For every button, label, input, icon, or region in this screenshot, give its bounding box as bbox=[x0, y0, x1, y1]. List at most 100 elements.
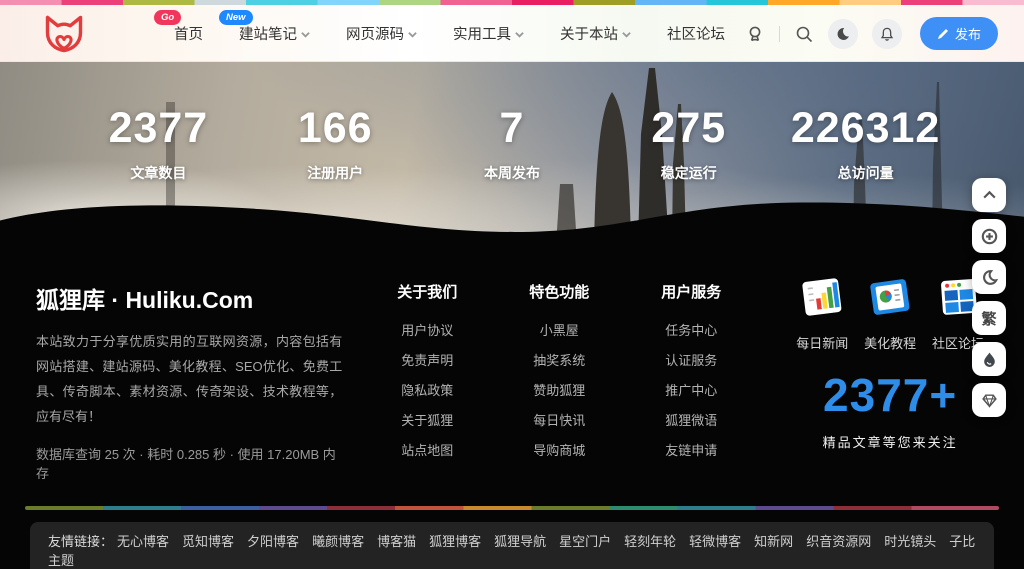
feature-label: 每日新闻 bbox=[790, 333, 854, 352]
footer-link[interactable]: 站点地图 bbox=[384, 440, 470, 459]
traditional-chinese-text: 繁 bbox=[981, 308, 996, 329]
nav-label: 实用工具 bbox=[453, 23, 511, 44]
footer-column-services: 用户服务 任务中心 认证服务 推广中心 狐狸微语 友链申请 bbox=[648, 281, 734, 482]
nav-item-source[interactable]: 网页源码 bbox=[346, 23, 417, 44]
footer-link[interactable]: 小黑屋 bbox=[516, 320, 602, 339]
friend-link[interactable]: 博客猫 bbox=[377, 534, 416, 549]
bell-icon bbox=[879, 26, 895, 42]
stat-weekly-posts: 7 本周发布 bbox=[424, 104, 601, 183]
stat-label: 总访问量 bbox=[777, 163, 954, 183]
friend-links-prefix: 友情链接： bbox=[48, 534, 113, 549]
nav-item-tools[interactable]: 实用工具 bbox=[453, 23, 524, 44]
moon-icon bbox=[981, 269, 998, 286]
chevron-down-icon bbox=[301, 30, 310, 39]
publish-label: 发布 bbox=[955, 24, 981, 43]
fox-logo-icon[interactable] bbox=[42, 14, 86, 54]
back-to-top-button[interactable] bbox=[972, 178, 1006, 212]
friend-link[interactable]: 狐狸导航 bbox=[494, 534, 546, 549]
nav-item-forum[interactable]: 社区论坛 bbox=[667, 23, 725, 44]
new-badge: New bbox=[219, 10, 253, 25]
friend-links-bar: 友情链接： 无心博客觅知博客夕阳博客曦颜博客博客猫狐狸博客狐狸导航星空门户轻刻年轮… bbox=[30, 522, 994, 569]
beautify-card-icon bbox=[867, 277, 913, 319]
vip-button[interactable] bbox=[972, 383, 1006, 417]
feature-daily-news[interactable]: 每日新闻 bbox=[790, 277, 854, 352]
friend-link[interactable]: 织音资源网 bbox=[806, 534, 871, 549]
feature-label: 美化教程 bbox=[858, 333, 922, 352]
footer-link[interactable]: 免责声明 bbox=[384, 350, 470, 369]
publish-button[interactable]: 发布 bbox=[920, 17, 998, 50]
feature-shortcuts: 每日新闻 美化教程 bbox=[786, 277, 994, 352]
friend-link[interactable]: 无心博客 bbox=[117, 534, 169, 549]
footer-link-columns: 关于我们 用户协议 免责声明 隐私政策 关于狐狸 站点地图 特色功能 小黑屋 抽… bbox=[384, 281, 734, 482]
stat-label: 稳定运行 bbox=[600, 163, 777, 183]
feature-beautify-tutorials[interactable]: 美化教程 bbox=[858, 277, 922, 352]
column-title: 用户服务 bbox=[648, 281, 734, 302]
friend-link[interactable]: 曦颜博客 bbox=[312, 534, 364, 549]
nav-item-home[interactable]: Go 首页 bbox=[174, 23, 203, 44]
stat-value: 7 bbox=[424, 104, 601, 153]
nav-item-about[interactable]: 关于本站 bbox=[560, 23, 631, 44]
footer-link[interactable]: 推广中心 bbox=[648, 380, 734, 399]
stat-label: 文章数目 bbox=[70, 163, 247, 183]
nav-label: 首页 bbox=[174, 23, 203, 44]
add-button[interactable] bbox=[972, 219, 1006, 253]
nav-label: 关于本站 bbox=[560, 23, 618, 44]
diamond-icon bbox=[981, 392, 998, 409]
footer-link[interactable]: 用户协议 bbox=[384, 320, 470, 339]
stat-uptime: 275 稳定运行 bbox=[600, 104, 777, 183]
traditional-chinese-button[interactable]: 繁 bbox=[972, 301, 1006, 335]
chevron-down-icon bbox=[622, 30, 631, 39]
friend-link[interactable]: 狐狸博客 bbox=[429, 534, 481, 549]
night-mode-button[interactable] bbox=[972, 260, 1006, 294]
site-description: 本站致力于分享优质实用的互联网资源，内容包括有网站搭建、建站源码、美化教程、SE… bbox=[36, 330, 342, 430]
search-icon[interactable] bbox=[794, 24, 814, 44]
theme-drop-button[interactable] bbox=[972, 342, 1006, 376]
pencil-icon bbox=[937, 28, 949, 40]
friend-link[interactable]: 知新网 bbox=[754, 534, 793, 549]
footer-column-about: 关于我们 用户协议 免责声明 隐私政策 关于狐狸 站点地图 bbox=[384, 281, 470, 482]
site-stats: 2377 文章数目 166 注册用户 7 本周发布 275 稳定运行 22631… bbox=[0, 104, 1024, 183]
stat-value: 275 bbox=[600, 104, 777, 153]
notifications-button[interactable] bbox=[872, 19, 902, 49]
chevron-up-icon bbox=[981, 187, 998, 204]
friend-link[interactable]: 觅知博客 bbox=[182, 534, 234, 549]
go-badge: Go bbox=[154, 10, 181, 25]
friend-link[interactable]: 时光镜头 bbox=[884, 534, 936, 549]
moon-icon bbox=[835, 26, 851, 42]
main-nav: Go 首页 New 建站笔记 网页源码 实用工具 关于本站 社区论坛 bbox=[174, 23, 725, 44]
footer: 狐狸库 · Huliku.Com 本站致力于分享优质实用的互联网资源，内容包括有… bbox=[0, 245, 1024, 506]
drop-icon bbox=[981, 351, 998, 368]
footer-link[interactable]: 狐狸微语 bbox=[648, 410, 734, 429]
header: Go 首页 New 建站笔记 网页源码 实用工具 关于本站 社区论坛 bbox=[0, 0, 1024, 62]
rainbow-divider bbox=[25, 506, 999, 510]
nav-item-notes[interactable]: New 建站笔记 bbox=[239, 23, 310, 44]
footer-link[interactable]: 认证服务 bbox=[648, 350, 734, 369]
column-title: 特色功能 bbox=[516, 281, 602, 302]
plus-circle-icon bbox=[981, 228, 998, 245]
dark-mode-button[interactable] bbox=[828, 19, 858, 49]
footer-link[interactable]: 关于狐狸 bbox=[384, 410, 470, 429]
article-tagline: 精品文章等您来关注 bbox=[786, 432, 994, 451]
footer-link[interactable]: 抽奖系统 bbox=[516, 350, 602, 369]
stat-label: 本周发布 bbox=[424, 163, 601, 183]
friend-link[interactable]: 星空门户 bbox=[559, 534, 611, 549]
stat-label: 注册用户 bbox=[247, 163, 424, 183]
floating-toolbar: 繁 bbox=[972, 178, 1006, 417]
footer-link[interactable]: 每日快讯 bbox=[516, 410, 602, 429]
medal-icon[interactable] bbox=[745, 24, 765, 44]
nav-label: 网页源码 bbox=[346, 23, 404, 44]
footer-link[interactable]: 任务中心 bbox=[648, 320, 734, 339]
footer-link[interactable]: 隐私政策 bbox=[384, 380, 470, 399]
footer-link[interactable]: 友链申请 bbox=[648, 440, 734, 459]
footer-link[interactable]: 导购商城 bbox=[516, 440, 602, 459]
nav-label: 社区论坛 bbox=[667, 23, 725, 44]
friend-link[interactable]: 夕阳博客 bbox=[247, 534, 299, 549]
stat-users: 166 注册用户 bbox=[247, 104, 424, 183]
friend-link[interactable]: 轻刻年轮 bbox=[624, 534, 676, 549]
column-title: 关于我们 bbox=[384, 281, 470, 302]
nav-label: 建站笔记 bbox=[239, 23, 297, 44]
hero-banner: 2377 文章数目 166 注册用户 7 本周发布 275 稳定运行 22631… bbox=[0, 62, 1024, 245]
news-chart-icon bbox=[799, 277, 845, 319]
friend-link[interactable]: 轻微博客 bbox=[689, 534, 741, 549]
footer-link[interactable]: 赞助狐狸 bbox=[516, 380, 602, 399]
